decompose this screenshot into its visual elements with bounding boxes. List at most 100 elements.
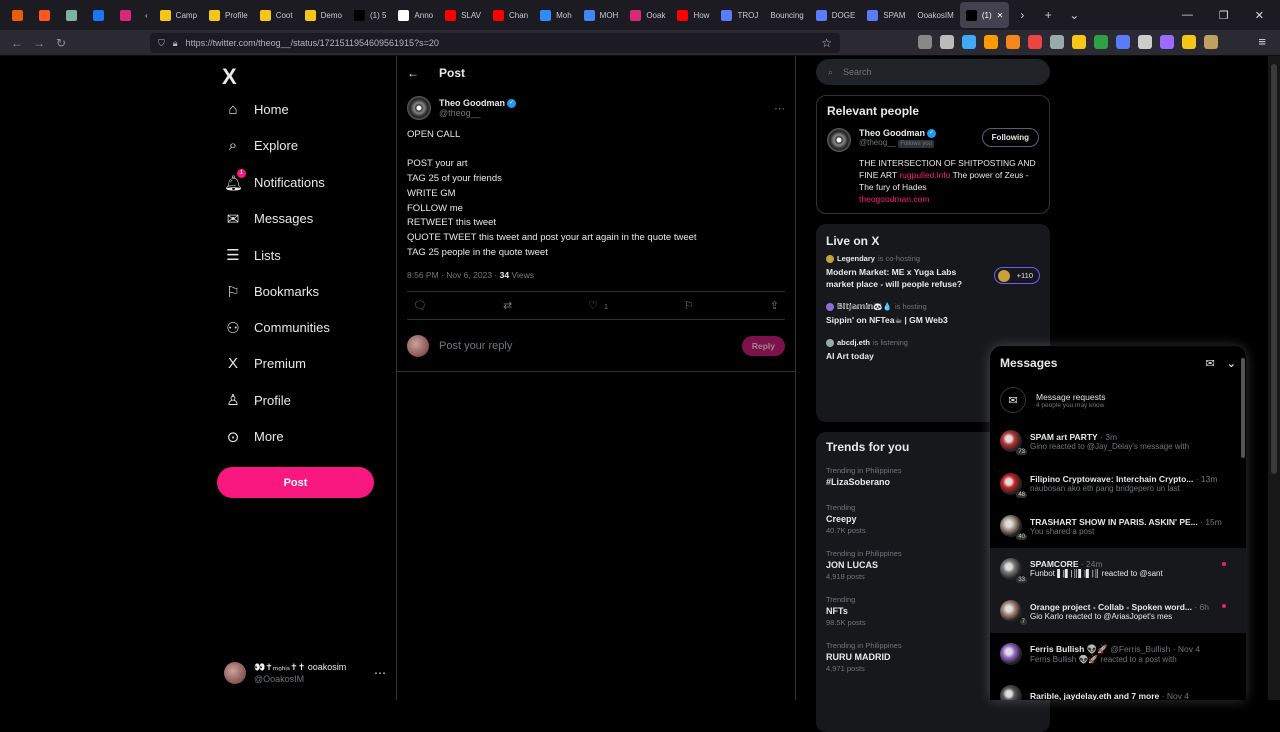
extension-icon[interactable] <box>918 35 932 49</box>
listeners-pill[interactable]: +110 <box>993 267 1040 284</box>
bookmark-star-icon[interactable]: ☆ <box>821 36 832 50</box>
tab-control-icon[interactable]: › <box>1009 8 1035 22</box>
nav-item-profile[interactable]: ♙ Profile <box>224 391 291 409</box>
extension-icon[interactable] <box>984 35 998 49</box>
close-tab-icon[interactable]: ✕ <box>997 11 1004 20</box>
nav-item-lists[interactable]: ☰ Lists <box>224 246 280 264</box>
collapse-icon[interactable]: ⌄ <box>1227 357 1236 370</box>
browser-tab[interactable]: Anno <box>392 2 439 28</box>
author-handle[interactable]: @theog__ <box>439 108 516 118</box>
page-scrollbar[interactable] <box>1268 56 1280 700</box>
nav-item-premium[interactable]: X Premium <box>224 355 306 372</box>
extension-icon[interactable] <box>1160 35 1174 49</box>
conversation-item[interactable]: Rarible, jaydelay.eth and 7 more · Nov 4 <box>990 675 1246 700</box>
back-arrow-icon[interactable]: ← <box>6 36 28 50</box>
extension-icon[interactable] <box>1072 35 1086 49</box>
back-arrow-icon[interactable]: ← <box>407 66 419 80</box>
live-space[interactable]: Legendary is co-hosting +110 Modern Market… <box>826 254 1040 290</box>
extension-icon[interactable] <box>962 35 976 49</box>
reply-input[interactable]: Post your reply <box>439 340 512 352</box>
tweet-timestamp[interactable]: 8:56 PM · Nov 6, 2023 · <box>407 270 500 280</box>
browser-tab[interactable]: OoakosIM <box>911 2 959 28</box>
browser-tab[interactable]: SPAM <box>861 2 911 28</box>
nav-item-notifications[interactable]: 🔔︎ 1 Notifications <box>224 168 325 192</box>
more-options-icon[interactable]: ⋯ <box>774 102 785 115</box>
browser-tab[interactable] <box>4 2 31 28</box>
restore-icon[interactable]: ❐ <box>1219 9 1229 22</box>
extension-icon[interactable] <box>1116 35 1130 49</box>
following-button[interactable]: Following <box>981 128 1039 147</box>
tab-control-icon[interactable]: ⌄ <box>1061 8 1087 22</box>
extension-icon[interactable] <box>1182 35 1196 49</box>
share-icon[interactable]: ⇪ <box>770 299 779 312</box>
browser-tab[interactable]: ‹ <box>139 2 154 28</box>
nav-item-bookmarks[interactable]: ⚐ Bookmarks <box>224 283 319 301</box>
browser-tab[interactable] <box>58 2 85 28</box>
browser-tab[interactable] <box>112 2 139 28</box>
conversation-item[interactable]: 73 SPAM art PARTY · 3m Gino reacted to @Ja… <box>990 420 1246 463</box>
hamburger-menu-icon[interactable]: ≡ <box>1258 34 1266 49</box>
live-space[interactable]: 𝔹𝕚𝕥𝕛𝕒𝕞𝕚𝕟🐼💧 is hosting Sippin' on NFTea☕ |… <box>826 302 1040 326</box>
extension-icon[interactable] <box>940 35 954 49</box>
browser-tab[interactable]: Bouncing <box>764 2 809 28</box>
browser-tab[interactable] <box>85 2 112 28</box>
retweet-icon[interactable]: ⇄ <box>503 299 512 312</box>
browser-tab[interactable]: Demo <box>299 2 348 28</box>
browser-tab[interactable]: (1) 5 <box>348 2 392 28</box>
tab-control-icon[interactable]: + <box>1035 8 1061 22</box>
search-input[interactable]: ⌕ Search <box>816 59 1050 85</box>
messages-header[interactable]: Messages ✉ ⌄ <box>990 346 1246 380</box>
extension-icon[interactable] <box>1006 35 1020 49</box>
browser-tab[interactable]: How <box>671 2 715 28</box>
browser-tab[interactable] <box>31 2 58 28</box>
forward-arrow-icon[interactable]: → <box>28 36 50 50</box>
browser-tab[interactable]: Coot <box>254 2 299 28</box>
account-switcher[interactable]: 👀✝ₘₒₕᵢₛ✝✝ ooakosim @OoakosIM ⋯ <box>224 656 386 690</box>
message-requests[interactable]: ✉ Message requests 4 people you may know <box>990 380 1246 420</box>
bio-link[interactable]: rugpulled.info <box>899 170 950 180</box>
nav-item-explore[interactable]: ⌕ Explore <box>224 137 298 154</box>
conversation-item[interactable]: 40 TRASHART SHOW IN PARIS. ASKIN' PE... ·… <box>990 505 1246 548</box>
x-logo[interactable]: X <box>222 64 237 90</box>
browser-tab[interactable]: Ooak <box>624 2 671 28</box>
minimize-icon[interactable]: — <box>1182 9 1193 22</box>
nav-item-communities[interactable]: ⚇ Communities <box>224 319 330 337</box>
person-handle[interactable]: @theog__ Follows you <box>859 138 936 149</box>
extension-icon[interactable] <box>1138 35 1152 49</box>
extension-icon[interactable] <box>1050 35 1064 49</box>
person-name[interactable]: Theo Goodman ✓ <box>859 128 936 139</box>
close-window-icon[interactable]: ✕ <box>1255 9 1264 22</box>
browser-tab[interactable]: Profile <box>203 2 254 28</box>
browser-tab[interactable]: DOGE <box>810 2 862 28</box>
like-button[interactable]: ♡ 1 <box>588 299 608 312</box>
browser-tab[interactable]: Moh <box>534 2 578 28</box>
conversation-item[interactable]: 33 SPAMCORE · 24m Funbot ▌|▌|║▌|▌|║ reacte… <box>990 547 1246 590</box>
browser-tab[interactable]: TROJ <box>715 2 764 28</box>
nav-item-messages[interactable]: ✉ Messages <box>224 210 314 228</box>
drawer-scrollbar[interactable] <box>1240 346 1246 700</box>
more-options-icon[interactable]: ⋯ <box>374 666 386 680</box>
browser-tab[interactable]: (1) ✕ <box>959 2 1010 28</box>
nav-item-more[interactable]: ⊙ More <box>224 428 284 446</box>
extension-icon[interactable] <box>1094 35 1108 49</box>
reply-button[interactable]: Reply <box>741 335 785 356</box>
reload-icon[interactable]: ↻ <box>50 36 72 50</box>
extension-icon[interactable] <box>1204 35 1218 49</box>
conversation-item[interactable]: 7 Orange project - Collab - Spoken word..… <box>990 590 1246 633</box>
extension-icon[interactable] <box>1028 35 1042 49</box>
nav-item-home[interactable]: ⌂ Home <box>224 101 288 118</box>
reply-icon[interactable]: 🗨︎ <box>413 299 427 312</box>
bookmark-icon[interactable]: ⚐ <box>684 299 694 312</box>
author-avatar[interactable] <box>827 128 851 152</box>
url-bar[interactable]: ⛉ 🔒︎ https://twitter.com/theog__/status/… <box>150 33 840 53</box>
conversation-item[interactable]: Ferris Bullish 👽🚀 @Ferris_Bullish · Nov … <box>990 633 1246 676</box>
url-text[interactable]: https://twitter.com/theog__/status/17215… <box>186 38 439 48</box>
browser-tab[interactable]: SLAV <box>439 2 487 28</box>
conversation-item[interactable]: 48 Filipino Cryptowave: Interchain Crypto… <box>990 463 1246 506</box>
browser-tab[interactable]: Camp <box>154 2 203 28</box>
post-button[interactable]: Post <box>217 467 374 498</box>
browser-tab[interactable]: Chan <box>487 2 534 28</box>
author-name[interactable]: Theo Goodman ✓ <box>439 98 516 109</box>
shield-icon[interactable]: ⛉ <box>158 38 165 49</box>
browser-tab[interactable]: MOH <box>578 2 625 28</box>
